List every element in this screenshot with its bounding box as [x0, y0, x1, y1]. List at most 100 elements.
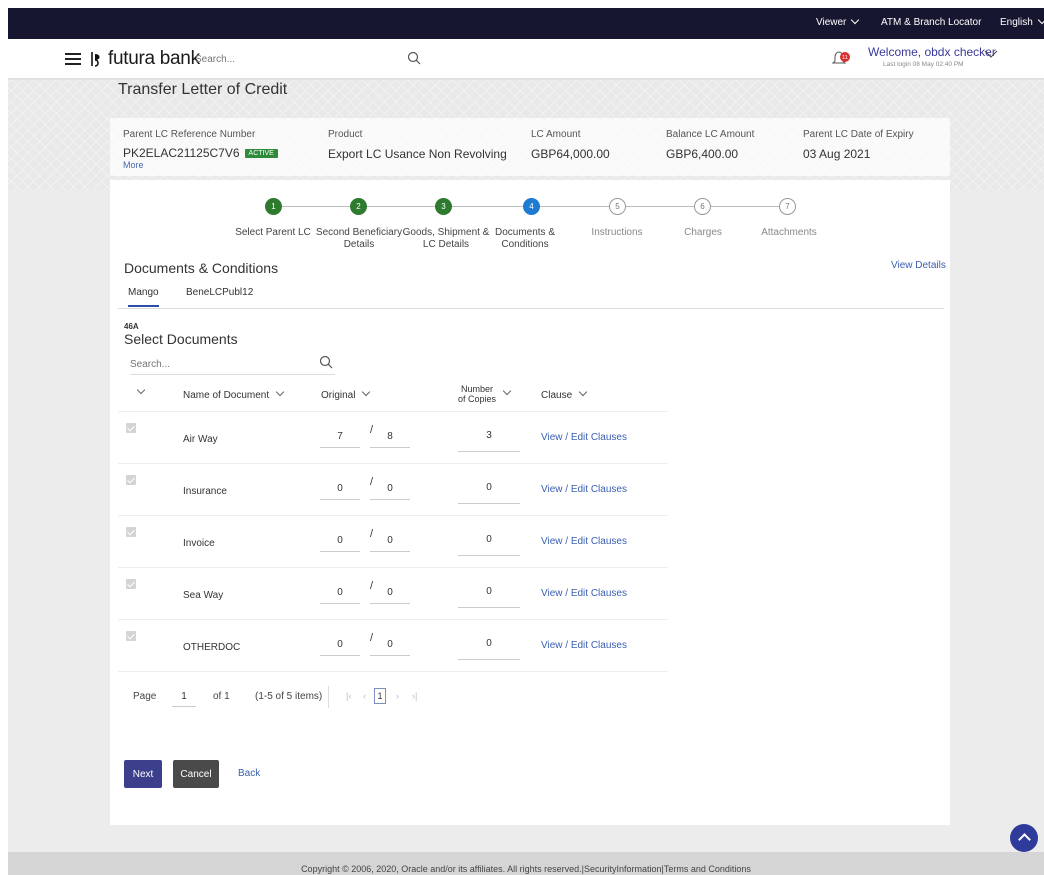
copies-input[interactable]: 0 [458, 478, 520, 504]
row-checkbox[interactable] [126, 631, 136, 641]
atm-locator-link[interactable]: ATM & Branch Locator [881, 17, 981, 28]
view-edit-clauses-link[interactable]: View / Edit Clauses [541, 640, 627, 651]
original-second-input[interactable]: 8 [370, 426, 410, 448]
original-second-input[interactable]: 0 [370, 478, 410, 500]
chevron-down-icon [578, 387, 588, 397]
original-first-input[interactable]: 0 [320, 634, 360, 656]
view-edit-clauses-link[interactable]: View / Edit Clauses [541, 536, 627, 547]
copies-input[interactable]: 0 [458, 530, 520, 556]
select-all-toggle[interactable] [136, 385, 146, 399]
chevron-down-icon [502, 386, 512, 396]
row-checkbox[interactable] [126, 423, 136, 433]
document-name: OTHERDOC [183, 642, 241, 653]
viewer-menu[interactable]: Viewer [816, 15, 860, 28]
header-clause[interactable]: Clause [541, 387, 588, 401]
header-original[interactable]: Original [321, 387, 371, 401]
original-first-input[interactable]: 7 [320, 426, 360, 448]
last-page-icon[interactable]: ›| [412, 691, 417, 701]
header-number-of-copies[interactable]: Number of Copies [458, 384, 512, 404]
prev-page-icon[interactable]: ‹ [363, 691, 366, 701]
select-documents-title: Select Documents [124, 331, 238, 347]
header-copies-label: Number of Copies [458, 384, 496, 404]
original-first-input[interactable]: 0 [320, 582, 360, 604]
row-checkbox[interactable] [126, 527, 136, 537]
back-link[interactable]: Back [238, 768, 260, 779]
copies-input[interactable]: 0 [458, 582, 520, 608]
step-1-dot[interactable]: 1 [265, 198, 282, 215]
step-2-dot[interactable]: 2 [350, 198, 367, 215]
step-1-label: Select Parent LC [235, 227, 311, 238]
chevron-down-icon [851, 15, 860, 25]
view-details-link[interactable]: View Details [891, 260, 946, 271]
search-icon[interactable] [319, 355, 333, 369]
product-block: Product Export LC Usance Non Revolving [328, 129, 507, 161]
step-4-dot[interactable]: 4 [523, 198, 540, 215]
original-second-input[interactable]: 0 [370, 582, 410, 604]
document-name: Invoice [183, 538, 215, 549]
page-label: Page [133, 691, 157, 702]
step-4-label: Documents & Conditions [494, 227, 556, 250]
page-number-input[interactable] [172, 687, 196, 707]
tab-mango[interactable]: Mango [128, 287, 159, 307]
scroll-to-top-button[interactable] [1010, 824, 1038, 852]
tab-benelcpubl12[interactable]: BeneLCPubl12 [186, 287, 253, 298]
notification-bell-icon[interactable]: 11 [830, 49, 852, 69]
lc-amount-value: GBP64,000.00 [531, 147, 610, 161]
page-title: Transfer Letter of Credit [118, 81, 288, 98]
first-page-icon[interactable]: |‹ [346, 691, 351, 701]
pager-divider [328, 686, 329, 708]
step-3-dot[interactable]: 3 [435, 198, 452, 215]
section-title: Documents & Conditions [124, 260, 279, 276]
table-row: Invoice 0 / 0 0 View / Edit Clauses [118, 516, 668, 568]
document-name: Sea Way [183, 590, 224, 601]
header: futura bank 11 Welcome, obdx checker Las… [8, 39, 1044, 79]
view-edit-clauses-link[interactable]: View / Edit Clauses [541, 588, 627, 599]
table-row: Insurance 0 / 0 0 View / Edit Clauses [118, 464, 668, 516]
cancel-button[interactable]: Cancel [173, 760, 219, 788]
hamburger-menu-icon[interactable] [65, 53, 81, 65]
header-copies-line2: of Copies [458, 394, 497, 404]
bank-logo-text: futura bank [108, 48, 200, 69]
header-copies-line1: Number [461, 384, 494, 394]
status-badge: ACTIVE [244, 149, 278, 159]
step-6-dot: 6 [694, 198, 711, 215]
next-button[interactable]: Next [124, 760, 162, 788]
lc-summary: Parent LC Reference Number PK2ELAC21125C… [110, 118, 950, 176]
search-icon[interactable] [407, 51, 421, 65]
last-login-text: Last login 08 May 02:40 PM [883, 61, 964, 68]
expiry-block: Parent LC Date of Expiry 03 Aug 2021 [803, 129, 914, 161]
row-checkbox[interactable] [126, 579, 136, 589]
global-search-input[interactable] [195, 49, 375, 69]
header-original-label: Original [321, 390, 356, 401]
chevron-down-icon [136, 385, 146, 395]
copies-input[interactable]: 0 [458, 634, 520, 660]
step-7-label: Attachments [761, 227, 817, 238]
document-name: Insurance [183, 486, 227, 497]
original-second-input[interactable]: 0 [370, 634, 410, 656]
original-first-input[interactable]: 0 [320, 478, 360, 500]
top-margin [0, 0, 1044, 8]
table-row: Sea Way 0 / 0 0 View / Edit Clauses [118, 568, 668, 620]
product-value: Export LC Usance Non Revolving [328, 147, 507, 161]
lc-amount-block: LC Amount GBP64,000.00 [531, 129, 610, 161]
chevron-down-icon [362, 387, 371, 397]
beneficiary-tabs: Mango BeneLCPubl12 [118, 282, 944, 309]
header-name-label: Name of Document [183, 390, 270, 401]
next-page-icon[interactable]: › [396, 691, 399, 701]
view-edit-clauses-link[interactable]: View / Edit Clauses [541, 484, 627, 495]
copies-input[interactable]: 3 [458, 426, 520, 452]
row-checkbox[interactable] [126, 475, 136, 485]
view-edit-clauses-link[interactable]: View / Edit Clauses [541, 432, 627, 443]
user-menu-chevron-icon[interactable] [984, 49, 998, 59]
header-name-of-document[interactable]: Name of Document [183, 387, 285, 401]
original-first-input[interactable]: 0 [320, 530, 360, 552]
user-welcome[interactable]: Welcome, obdx checker [868, 45, 996, 59]
footer: Copyright © 2006, 2020, Oracle and/or it… [8, 852, 1044, 875]
document-search-input[interactable] [130, 353, 310, 375]
language-menu[interactable]: English [1000, 15, 1044, 28]
current-page[interactable]: 1 [374, 688, 386, 704]
page-of-label: of 1 [213, 691, 230, 702]
original-second-input[interactable]: 0 [370, 530, 410, 552]
ref-value: PK2ELAC21125C7V6 [123, 146, 240, 160]
more-link[interactable]: More [123, 160, 278, 170]
